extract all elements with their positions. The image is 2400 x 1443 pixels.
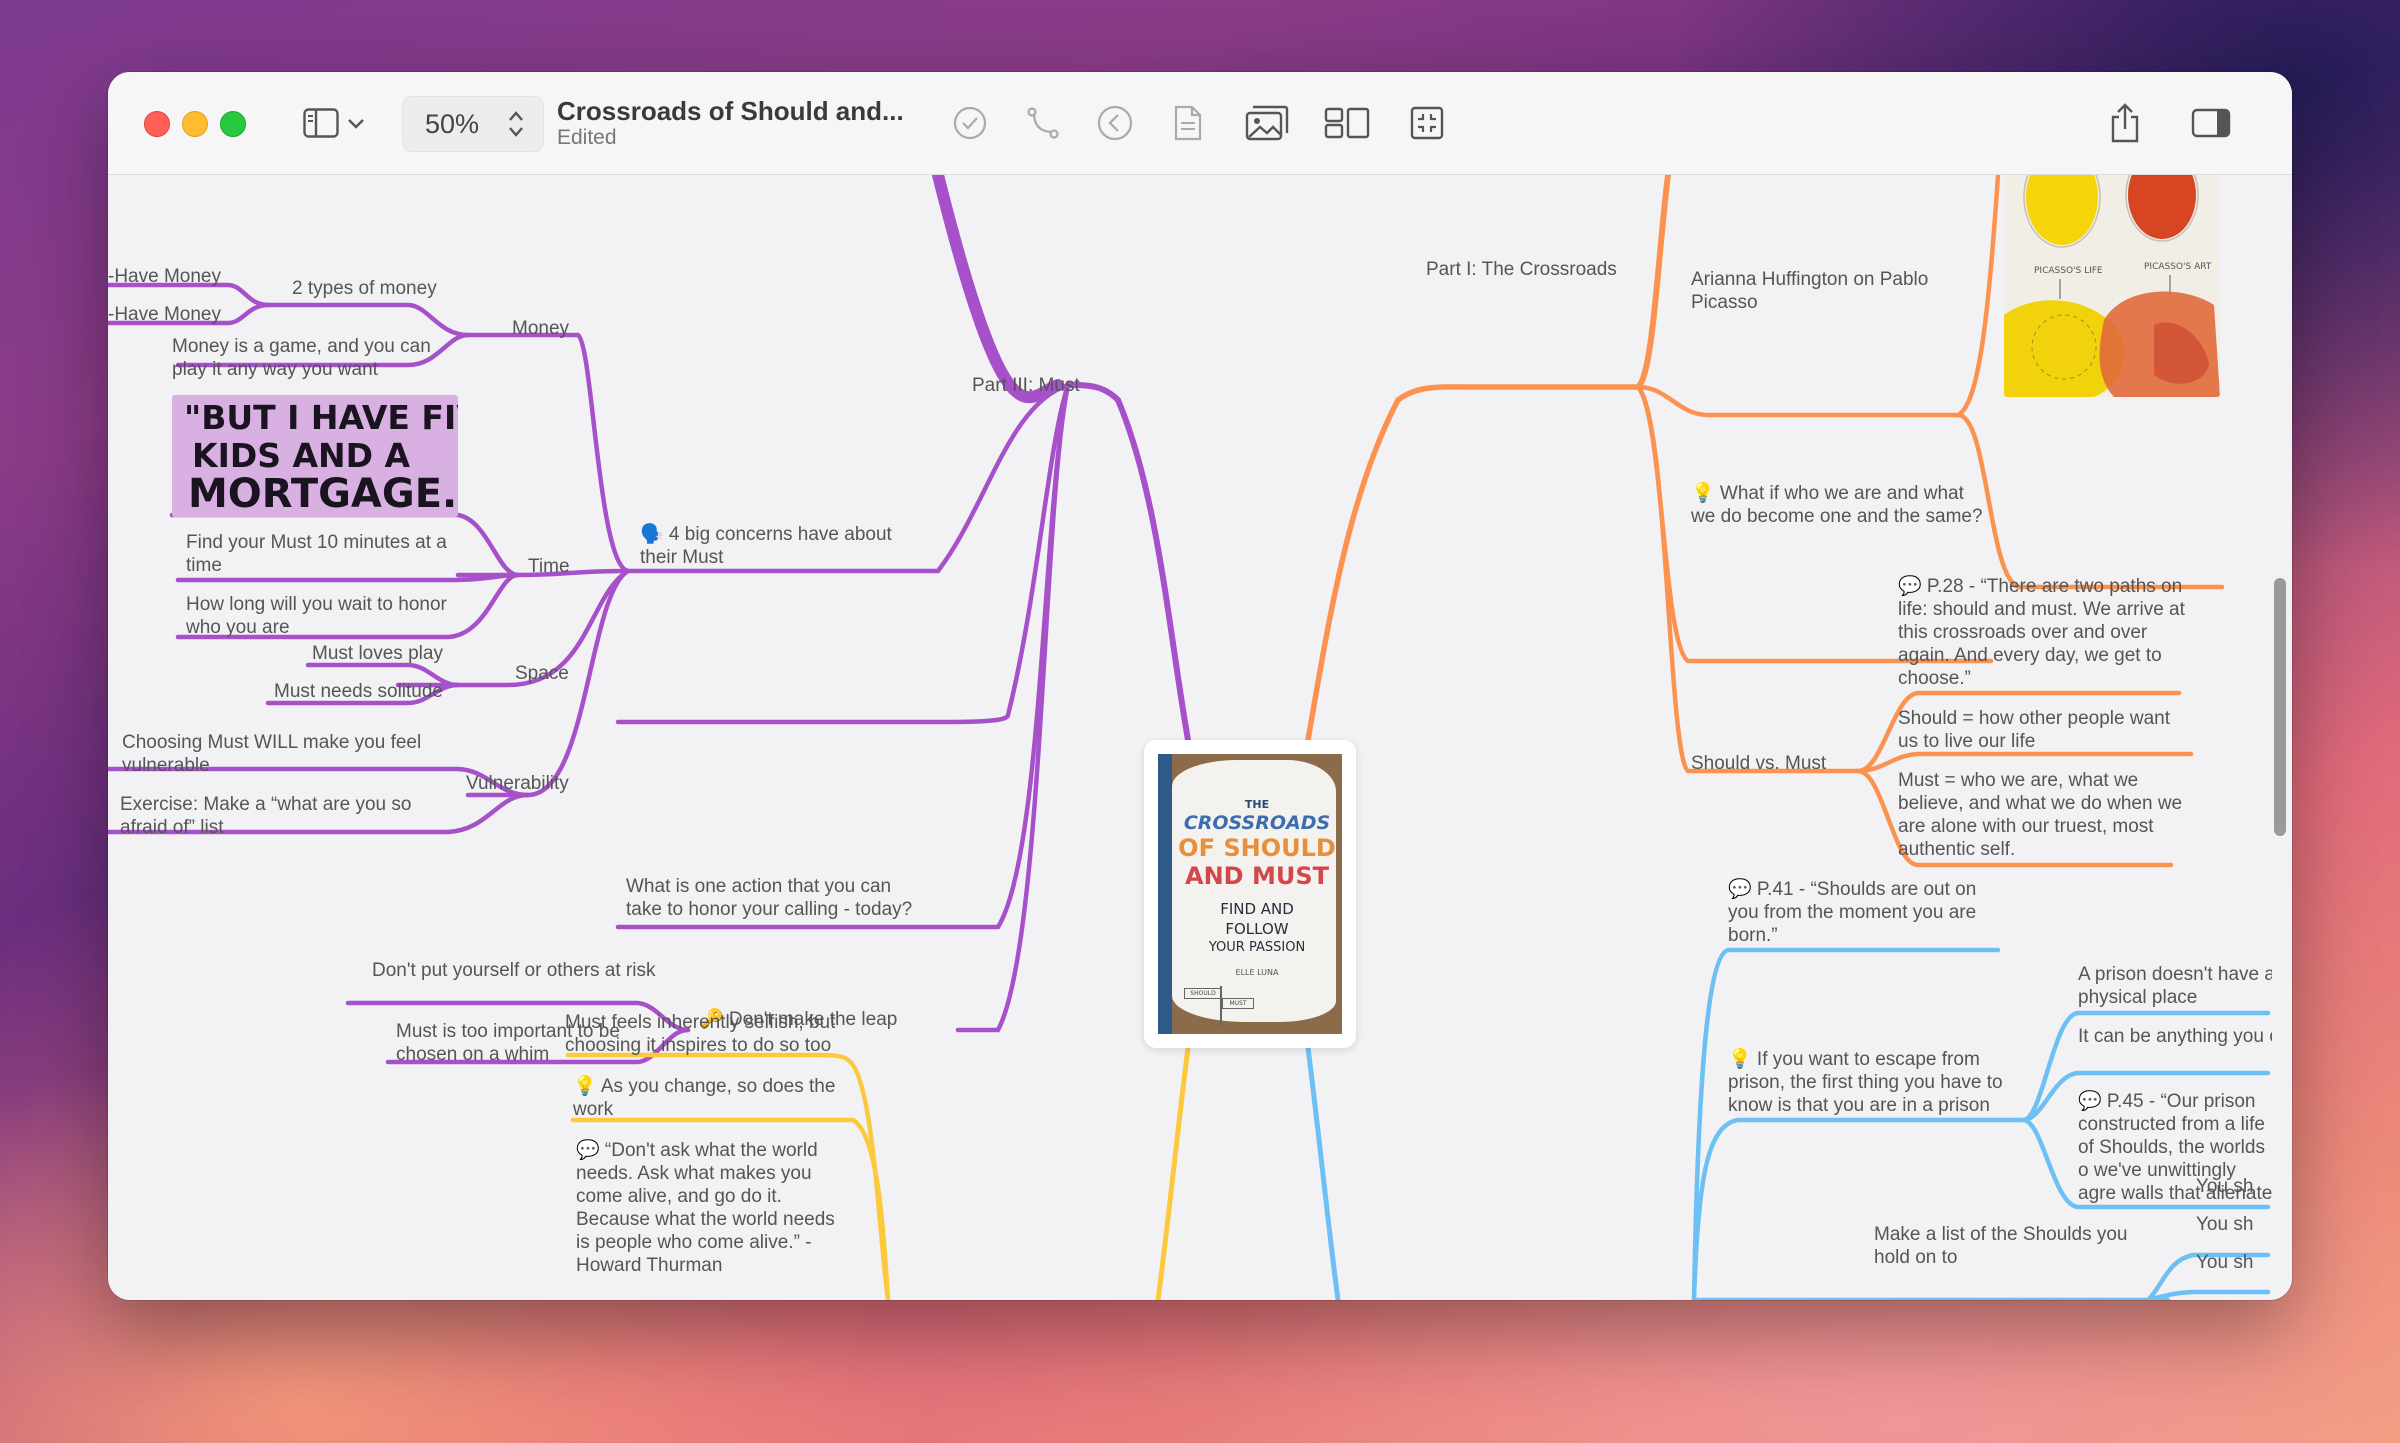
node-you-should-2[interactable]: You sh [2196,1213,2253,1236]
node-p41[interactable]: 💬 P.41 - “Shoulds are out on you from th… [1728,878,2008,947]
node-should-vs-must[interactable]: Should vs. Must [1691,752,1826,775]
node-have-money-1[interactable]: -Have Money [108,265,221,288]
mortgage-image[interactable]: "BUT I HAVE FIVE KIDS AND A MORTGAGE." [172,395,458,517]
stepper-icon[interactable] [507,109,525,139]
node-quote-thurman[interactable]: 💬 “Don't ask what the world needs. Ask w… [576,1139,846,1276]
inspector-icon[interactable] [2188,102,2234,144]
zoom-value: 50% [425,109,480,139]
toolbar: 50% Crossroads of Should and... Edited [108,72,2292,175]
node-vulnerability[interactable]: Vulnerability [466,772,569,795]
app-window: 50% Crossroads of Should and... Edited P… [108,72,2292,1300]
zoom-control[interactable]: 50% [402,96,544,152]
node-one-action[interactable]: What is one action that you can take to … [626,875,926,921]
node-escape-prison[interactable]: 💡 If you want to escape from prison, the… [1728,1048,2028,1117]
node-selfish[interactable]: Must feels inherently selfish, but choos… [565,1011,865,1057]
document-status: Edited [557,126,617,149]
node-anything[interactable]: It can be anything you creates [2078,1025,2272,1048]
share-icon[interactable] [2104,102,2146,144]
node-prison-place[interactable]: A prison doesn't have a physical place [2078,963,2272,1009]
sidebar-icon[interactable] [300,102,342,144]
image-icon[interactable] [1243,102,1291,144]
central-topic[interactable]: THE CROSSROADS OF SHOULD AND MUST FIND A… [1144,740,1356,1048]
book-subtitle-2: FOLLOW [1225,920,1289,938]
node-make-list[interactable]: Make a list of the Shoulds you hold on t… [1874,1223,2144,1269]
node-four-concerns[interactable]: 🗣️ 4 big concerns have about their Must [640,523,910,569]
book-subtitle-1: FIND AND [1220,900,1294,918]
svg-text:MORTGAGE.": MORTGAGE." [188,471,458,517]
node-space[interactable]: Space [515,662,569,685]
node-arianna[interactable]: Arianna Huffington on Pablo Picasso [1691,268,1971,314]
node-time[interactable]: Time [528,555,570,578]
book-cover: THE CROSSROADS OF SHOULD AND MUST FIND A… [1158,754,1342,1034]
book-author: ELLE LUNA [1235,968,1279,977]
node-part-1[interactable]: Part I: The Crossroads [1426,258,1617,281]
handwriting-image: "BUT I HAVE FIVE KIDS AND A MORTGAGE." [172,395,458,517]
book-title-line1: THE [1244,798,1270,811]
node-find-must[interactable]: Find your Must 10 minutes at a time [186,531,476,577]
document-title: Crossroads of Should and... [557,96,904,126]
minimize-button[interactable] [182,111,208,137]
node-exercise[interactable]: Exercise: Make a “what are you so afraid… [120,793,420,839]
node-money-game[interactable]: Money is a game, and you can play it any… [172,335,462,381]
book-title-line2: CROSSROADS [1183,812,1331,834]
mind-map-canvas[interactable]: Part III: Must -Have Money -Have Money 2… [108,175,2292,1300]
right-clip-region: A prison doesn't have a physical place I… [2078,175,2272,1300]
node-part-3[interactable]: Part III: Must [972,374,1080,397]
node-how-long[interactable]: How long will you wait to honor who you … [186,593,471,639]
close-button[interactable] [144,111,170,137]
book-spine [1158,754,1172,1034]
svg-text:KIDS AND A: KIDS AND A [192,436,411,475]
checkmark-icon[interactable] [949,102,991,144]
node-you-should-1[interactable]: You sh [2196,1175,2253,1198]
document-icon[interactable] [1167,102,1209,144]
node-what-if[interactable]: 💡 What if who we are and what we do beco… [1691,482,1991,528]
node-you-should-3[interactable]: You sh [2196,1251,2253,1274]
svg-text:"BUT I HAVE FIVE: "BUT I HAVE FIVE [184,398,458,437]
relationship-icon[interactable] [1022,102,1064,144]
sign-must: MUST [1222,998,1254,1009]
back-icon[interactable] [1094,102,1136,144]
book-title-line4: AND MUST [1185,862,1329,890]
node-have-money-2[interactable]: -Have Money [108,303,221,326]
layout-icon[interactable] [1323,102,1371,144]
node-must-loves-play[interactable]: Must loves play [312,642,443,665]
node-two-types-money[interactable]: 2 types of money [292,277,437,300]
node-choosing-must[interactable]: Choosing Must WILL make you feel vulnera… [122,731,422,777]
chevron-down-icon[interactable] [342,102,370,144]
node-must-needs-solitude[interactable]: Must needs solitude [274,680,443,703]
node-dont-put[interactable]: Don't put yourself or others at risk [372,959,662,982]
vertical-scrollbar[interactable] [2274,578,2286,836]
sign-should: SHOULD [1184,988,1222,999]
focus-icon[interactable] [1406,102,1448,144]
node-money[interactable]: Money [512,317,569,340]
fullscreen-button[interactable] [220,111,246,137]
node-as-you-change[interactable]: 💡 As you change, so does the work [573,1075,863,1121]
book-title-line3: OF SHOULD [1178,834,1336,862]
sign-post [1220,986,1222,1026]
book-subtitle-3: YOUR PASSION [1208,940,1306,955]
